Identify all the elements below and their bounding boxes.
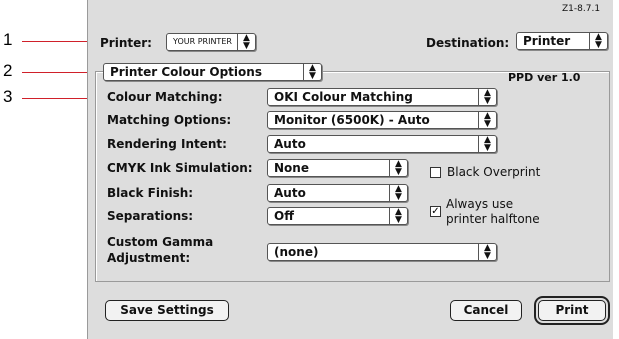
black-overprint-label: Black Overprint (447, 165, 541, 179)
updown-arrow-icon: ▲ ▼ (589, 33, 607, 50)
colour-matching-select[interactable]: OKI Colour Matching ▲ ▼ (267, 88, 497, 106)
updown-arrow-icon: ▲ ▼ (478, 89, 496, 106)
custom-gamma-label-line2: Adjustment: (107, 251, 191, 265)
updown-arrow-icon: ▲ ▼ (478, 136, 496, 153)
callout-line-1 (22, 41, 95, 42)
matching-options-select[interactable]: Monitor (6500K) - Auto ▲ ▼ (267, 111, 497, 129)
printer-select-value: YOUR PRINTER (173, 37, 232, 46)
destination-label: Destination: (426, 36, 510, 50)
colour-matching-value: OKI Colour Matching (274, 90, 413, 104)
panel-select-value: Printer Colour Options (110, 65, 262, 79)
separations-value: Off (274, 209, 294, 223)
updown-arrow-icon: ▲ ▼ (389, 208, 407, 225)
print-dialog: Z1-8.7.1 Printer: YOUR PRINTER ▲ ▼ Destin… (87, 0, 613, 339)
version-label: Z1-8.7.1 (562, 4, 601, 14)
matching-options-label: Matching Options: (107, 113, 232, 127)
printer-select[interactable]: YOUR PRINTER ▲ ▼ (166, 33, 256, 51)
halftone-label-line2: printer halftone (446, 212, 540, 226)
black-finish-value: Auto (274, 186, 306, 200)
halftone-label-line1: Always use (446, 197, 514, 211)
rendering-intent-value: Auto (274, 137, 306, 151)
callout-3: 3 (3, 87, 13, 106)
cancel-button[interactable]: Cancel (450, 300, 522, 321)
rendering-intent-label: Rendering Intent: (107, 137, 227, 151)
ppd-version: PPD ver 1.0 (508, 71, 581, 84)
panel-select[interactable]: Printer Colour Options ▲ ▼ (103, 63, 322, 81)
colour-matching-label: Colour Matching: (107, 90, 223, 104)
custom-gamma-label-line1: Custom Gamma (107, 235, 214, 249)
separations-label: Separations: (107, 209, 194, 223)
updown-arrow-icon: ▲ ▼ (389, 160, 407, 177)
updown-arrow-icon: ▲ ▼ (237, 34, 255, 51)
custom-gamma-value: (none) (274, 245, 319, 259)
black-finish-label: Black Finish: (107, 186, 194, 200)
cmyk-simulation-label: CMYK Ink Simulation: (107, 161, 253, 175)
save-settings-button[interactable]: Save Settings (105, 300, 229, 321)
print-button[interactable]: Print (538, 300, 606, 321)
black-overprint-checkbox[interactable] (430, 167, 441, 178)
callout-1: 1 (3, 30, 13, 49)
updown-arrow-icon: ▲ ▼ (303, 64, 321, 81)
destination-select[interactable]: Printer ▲ ▼ (516, 32, 608, 50)
rendering-intent-select[interactable]: Auto ▲ ▼ (267, 135, 497, 153)
black-finish-select[interactable]: Auto ▲ ▼ (267, 184, 408, 202)
halftone-checkbox[interactable]: ✓ (430, 206, 441, 217)
callout-line-3 (22, 98, 95, 99)
matching-options-value: Monitor (6500K) - Auto (274, 113, 430, 127)
updown-arrow-icon: ▲ ▼ (478, 244, 496, 261)
updown-arrow-icon: ▲ ▼ (478, 112, 496, 129)
printer-label: Printer: (100, 36, 152, 50)
destination-select-value: Printer (523, 34, 571, 48)
check-icon: ✓ (431, 206, 440, 217)
updown-arrow-icon: ▲ ▼ (389, 185, 407, 202)
separations-select[interactable]: Off ▲ ▼ (267, 207, 408, 225)
cmyk-simulation-select[interactable]: None ▲ ▼ (267, 159, 408, 177)
callout-2: 2 (3, 61, 13, 80)
custom-gamma-select[interactable]: (none) ▲ ▼ (267, 243, 497, 261)
cmyk-simulation-value: None (274, 161, 309, 175)
